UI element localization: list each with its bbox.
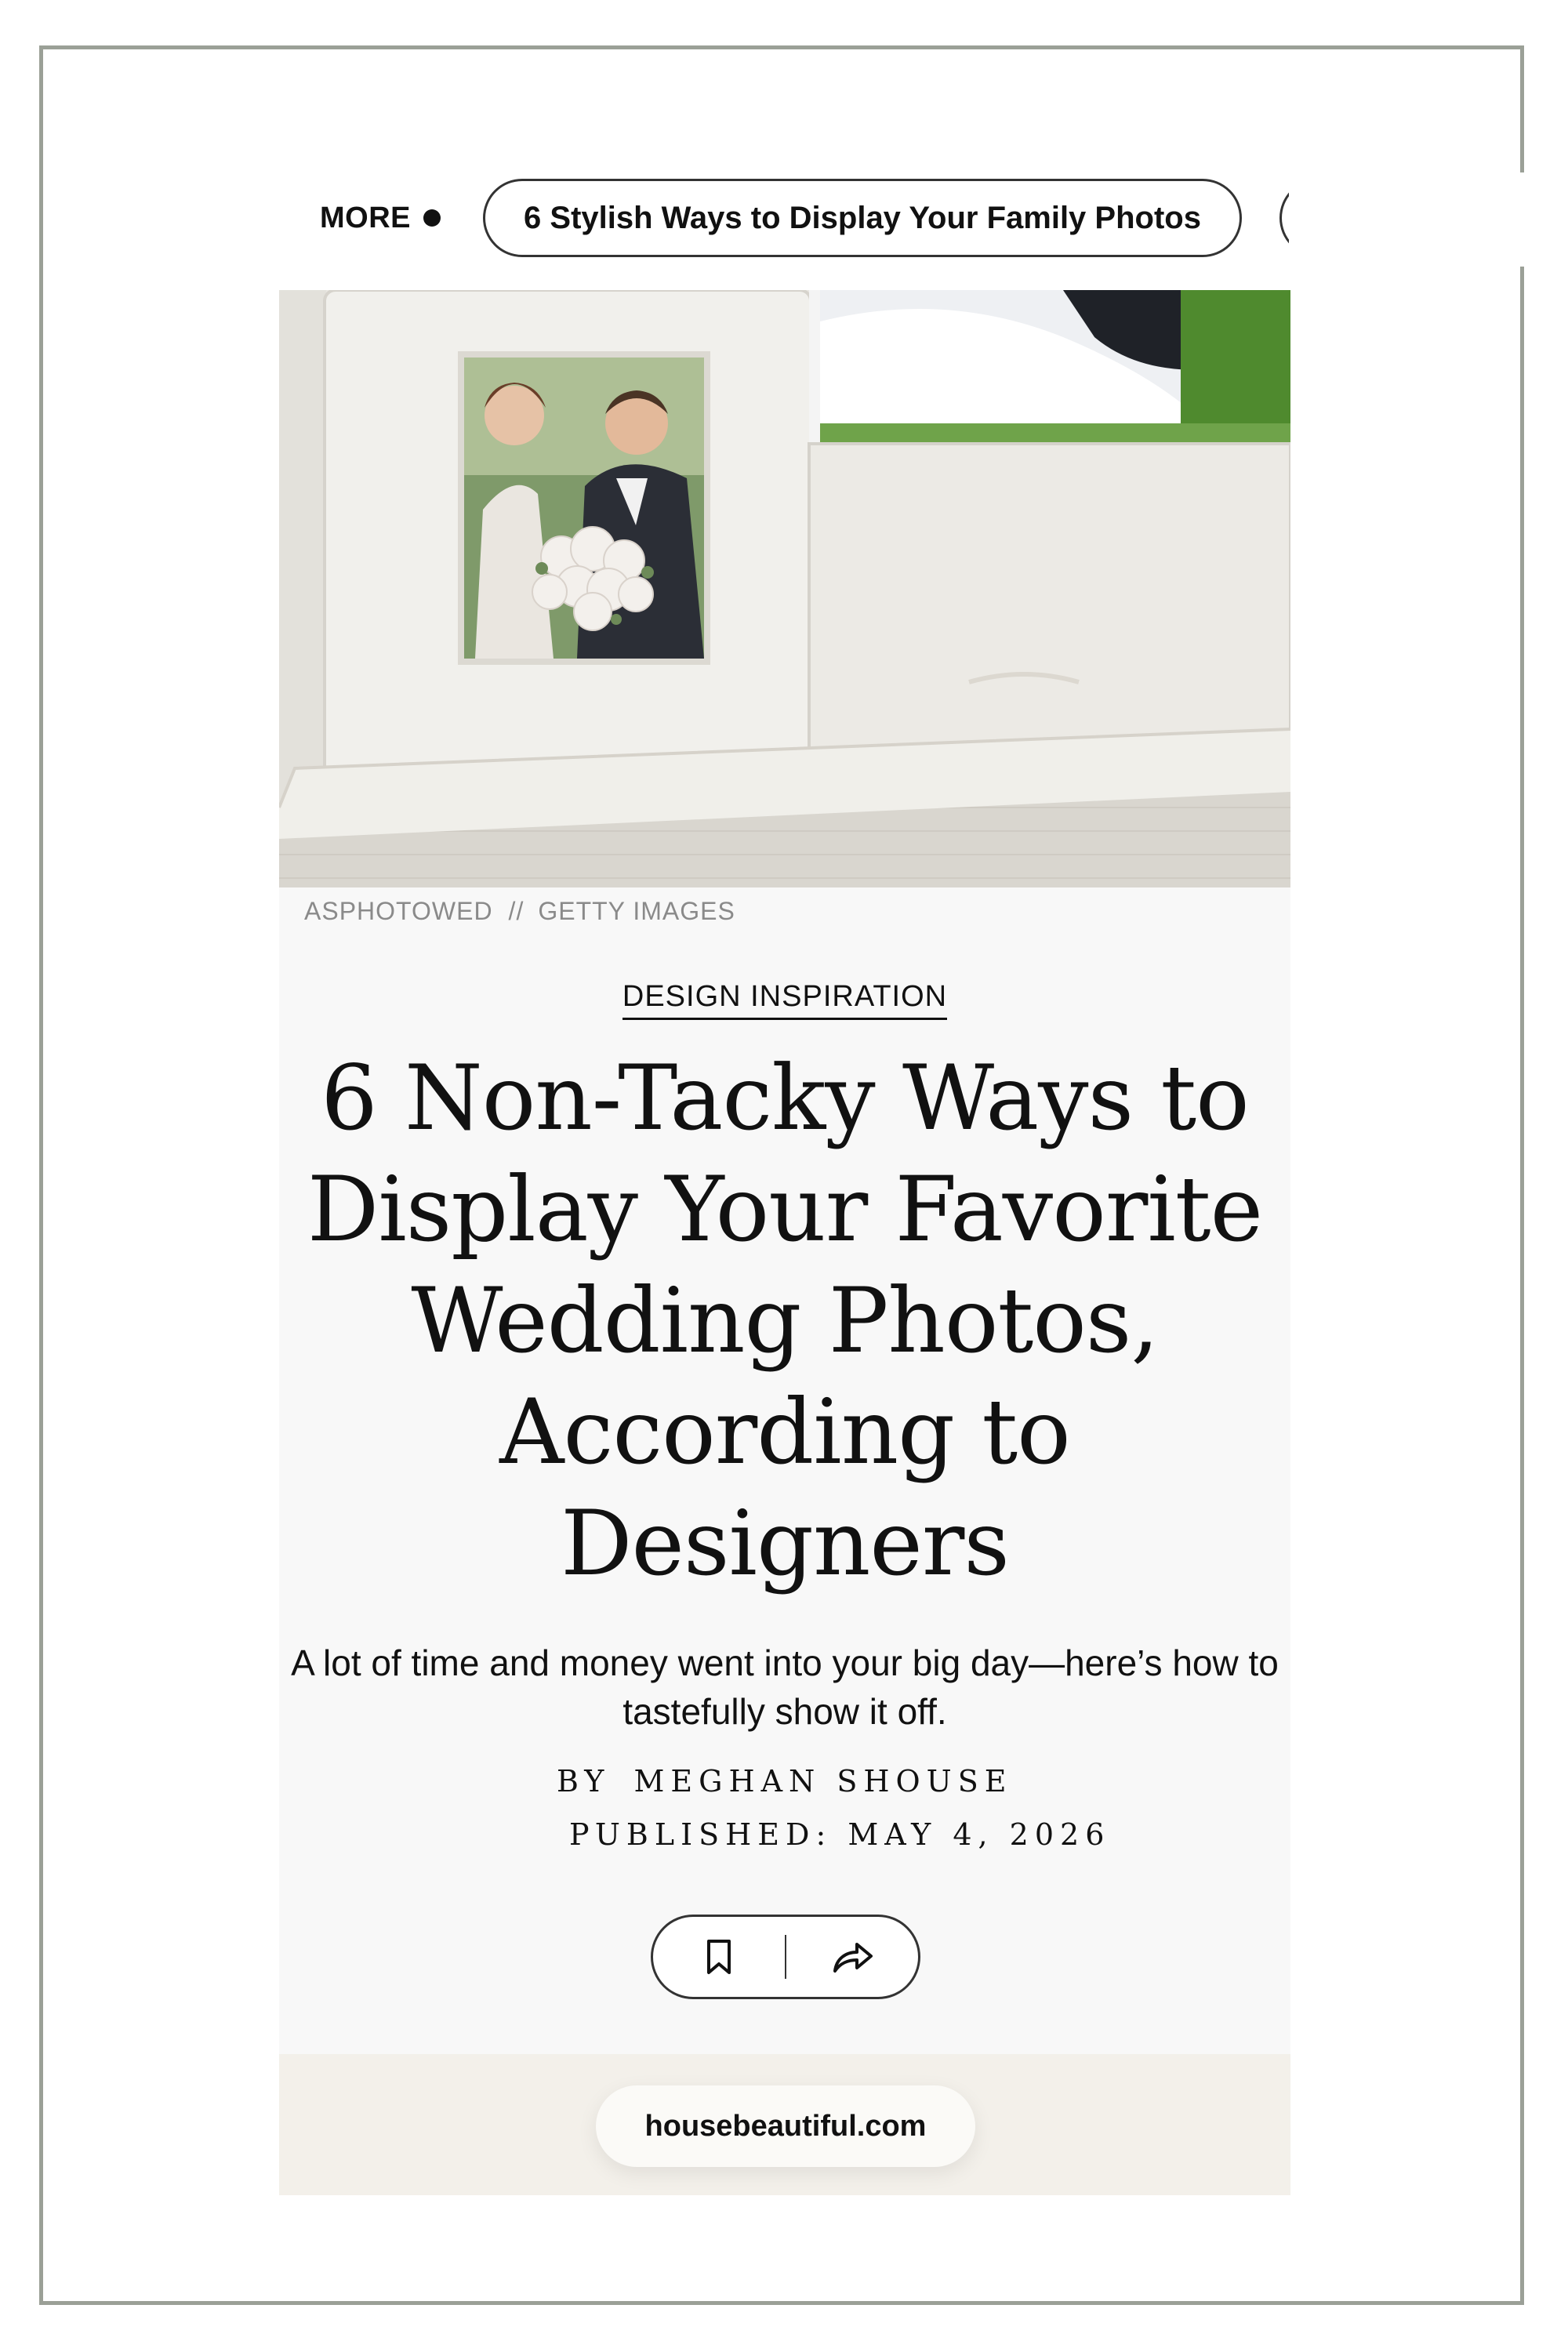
hero-image xyxy=(279,290,1290,887)
category-link[interactable]: DESIGN INSPIRATION xyxy=(622,980,948,1020)
bookmark-button[interactable] xyxy=(653,1917,785,1997)
more-nav: MORE xyxy=(320,179,441,257)
article-headline: 6 Non-Tacky Ways to Display Your Favorit… xyxy=(307,1046,1263,1595)
byline-prefix: BY xyxy=(557,1764,611,1798)
chip-overflow-mask xyxy=(1289,172,1524,267)
article-dek: A lot of time and money went into your b… xyxy=(291,1642,1279,1732)
photo-credit-agency: GETTY IMAGES xyxy=(538,897,735,925)
hero-photo-wedding-albums xyxy=(279,290,1290,887)
share-button[interactable] xyxy=(786,1917,918,1997)
category-container: DESIGN INSPIRATION xyxy=(279,980,1290,1020)
photo-credit: ASPHOTOWED // GETTY IMAGES xyxy=(304,897,735,926)
more-dot-icon xyxy=(423,209,441,227)
more-label[interactable]: MORE xyxy=(320,201,411,235)
bookmark-icon xyxy=(706,1940,731,1974)
footer-band: housebeautiful.com xyxy=(279,2054,1290,2195)
byline: BY MEGHAN SHOUSE xyxy=(557,1764,1012,1798)
page: MORE 6 Stylish Ways to Display Your Fami… xyxy=(0,0,1568,2352)
related-article-chip[interactable]: 6 Stylish Ways to Display Your Family Ph… xyxy=(483,179,1242,257)
photo-credit-separator: // xyxy=(508,897,524,925)
article-actions xyxy=(651,1915,920,1999)
article-panel: ASPHOTOWED // GETTY IMAGES DESIGN INSPIRAT… xyxy=(279,290,1290,2195)
photo-credit-photographer: ASPHOTOWED xyxy=(304,897,493,925)
site-domain-button[interactable]: housebeautiful.com xyxy=(596,2085,975,2167)
share-icon xyxy=(833,1943,873,1973)
author-link[interactable]: MEGHAN SHOUSE xyxy=(633,1764,1012,1798)
publish-date: PUBLISHED: MAY 4, 2026 xyxy=(569,1817,1111,1852)
